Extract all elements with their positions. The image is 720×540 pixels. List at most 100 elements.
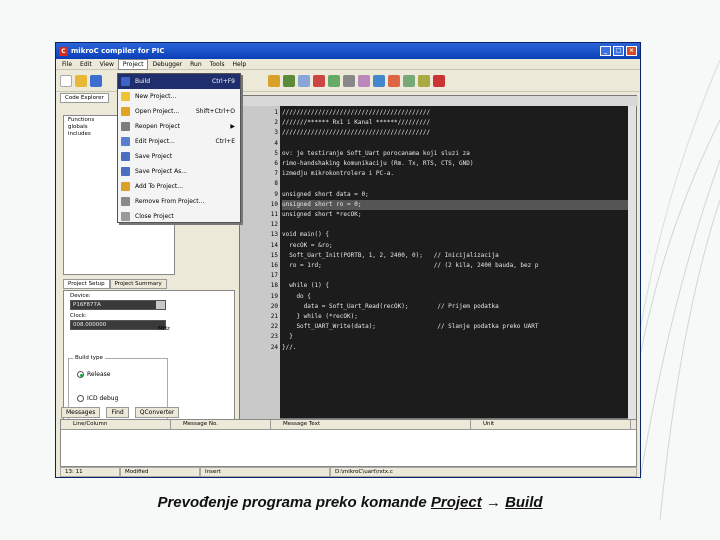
code-line[interactable]: ////////////////////////////////////////…: [282, 128, 632, 138]
tab-project-summary[interactable]: Project Summary: [109, 279, 167, 289]
menu-tools[interactable]: Tools: [206, 59, 229, 70]
clock-unit: MHz: [158, 326, 170, 332]
tool-icon-12[interactable]: [433, 74, 445, 87]
tab-messages[interactable]: Messages: [61, 407, 101, 418]
menu-edit[interactable]: Edit: [76, 59, 96, 70]
tab-code-explorer[interactable]: Code Explorer: [60, 93, 109, 103]
tool-icon-3[interactable]: [298, 74, 310, 87]
code-line[interactable]: unsigned short data = 0;: [282, 190, 632, 200]
tab-qconverter[interactable]: QConverter: [134, 407, 180, 418]
menu-item-label: Reopen Project: [135, 123, 180, 130]
source-code[interactable]: ////////////////////////////////////////…: [282, 108, 632, 418]
code-line[interactable]: ov: je testiranje Soft_Uart porocanama k…: [282, 149, 632, 159]
code-line[interactable]: unsigned short ro = 0;: [282, 199, 632, 211]
menu-item-save-project-as[interactable]: Save Project As...: [118, 164, 240, 179]
menu-item-label: Build: [135, 78, 151, 85]
code-line[interactable]: ro = 1rd; // (2 kila, 2400 bauda, bez p: [282, 261, 632, 271]
code-line[interactable]: [282, 220, 632, 230]
menu-item-label: Remove From Project...: [135, 198, 205, 205]
code-line[interactable]: ///////****** Rx1 i Kanal ******////////…: [282, 118, 632, 128]
menu-run[interactable]: Run: [186, 59, 206, 70]
close-button[interactable]: ×: [626, 46, 637, 56]
radio-empty-icon: [77, 395, 84, 402]
menu-project[interactable]: Project: [117, 58, 149, 70]
save-file-icon[interactable]: [90, 74, 102, 87]
col-unit[interactable]: Unit: [471, 420, 631, 429]
line-number: 20: [270, 302, 278, 310]
code-line[interactable]: [282, 179, 632, 189]
menu-item-reopen-project[interactable]: Reopen Project ▶: [118, 119, 240, 134]
tool-icon-1[interactable]: [268, 74, 280, 87]
caption-text: Prevođenje programa preko komande: [157, 494, 431, 511]
menu-file[interactable]: File: [58, 59, 76, 70]
tool-icon-9[interactable]: [388, 74, 400, 87]
code-line[interactable]: }: [282, 332, 632, 342]
tool-icon-11[interactable]: [418, 74, 430, 87]
menu-debugger[interactable]: Debugger: [148, 59, 186, 70]
code-line[interactable]: } while (*recOK);: [282, 312, 632, 322]
line-number: 2: [274, 119, 278, 127]
menu-item-edit-project[interactable]: Edit Project... Ctrl+E: [118, 134, 240, 149]
col-message-text[interactable]: Message Text: [271, 420, 471, 429]
tab-find[interactable]: Find: [106, 407, 129, 418]
tool-icon-5[interactable]: [328, 74, 340, 87]
tool-icon-8[interactable]: [373, 74, 385, 87]
menu-item-label: Save Project: [135, 153, 173, 160]
vertical-scrollbar[interactable]: [628, 106, 636, 420]
device-select[interactable]: P16F877A: [70, 300, 166, 310]
device-value: P16F877A: [73, 302, 101, 308]
menu-item-build[interactable]: Build Ctrl+F9: [118, 74, 240, 89]
menu-item-new-project[interactable]: New Project...: [118, 89, 240, 104]
open-project-icon: [121, 107, 130, 116]
tool-icon-7[interactable]: [358, 74, 370, 87]
code-line[interactable]: void main() {: [282, 230, 632, 240]
col-message-no[interactable]: Message No.: [171, 420, 271, 429]
line-number: 21: [270, 313, 278, 321]
code-line[interactable]: [282, 139, 632, 149]
chevron-down-icon[interactable]: [156, 301, 165, 309]
menu-item-label: Edit Project...: [135, 138, 175, 145]
maximize-button[interactable]: □: [613, 46, 624, 56]
tab-project-setup[interactable]: Project Setup: [63, 279, 110, 289]
menu-view[interactable]: View: [96, 59, 118, 70]
tool-icon-10[interactable]: [403, 74, 415, 87]
line-number: 24: [270, 343, 278, 351]
code-line[interactable]: Soft_Uart_Init(PORTB, 1, 2, 2400, 0); //…: [282, 251, 632, 261]
menu-help[interactable]: Help: [228, 59, 250, 70]
code-line[interactable]: rimo-handshaking komunikaciju (Rm. Tx, R…: [282, 159, 632, 169]
code-line[interactable]: izmedju mikrokontrolera i PC-a.: [282, 169, 632, 179]
menu-item-close-project[interactable]: Close Project: [118, 209, 240, 224]
menu-item-add-to-project[interactable]: Add To Project...: [118, 179, 240, 194]
tool-icon-6[interactable]: [343, 74, 355, 87]
clock-input[interactable]: 008.000000: [70, 320, 166, 330]
minimize-button[interactable]: _: [600, 46, 611, 56]
save-project-icon: [121, 152, 130, 161]
code-line[interactable]: unsigned short *recOK;: [282, 210, 632, 220]
tool-icon-2[interactable]: [283, 74, 295, 87]
code-editor[interactable]: 1 2 3 4 5 6 7 8 9 10 11 12 13 14 15 16 17 18 19 20 21 22 23 24 …: [239, 95, 638, 420]
release-label: Release: [87, 371, 111, 378]
code-line[interactable]: while (1) {: [282, 281, 632, 291]
icd-debug-radio[interactable]: ICD debug: [77, 395, 118, 402]
tool-icon-4[interactable]: [313, 74, 325, 87]
new-file-icon[interactable]: [60, 74, 72, 87]
menu-item-remove-from-project[interactable]: Remove From Project...: [118, 194, 240, 209]
menu-item-open-project[interactable]: Open Project... Shift+Ctrl+O: [118, 104, 240, 119]
menu-item-label: Add To Project...: [135, 183, 183, 190]
caption-project: Project: [430, 494, 482, 511]
code-line[interactable]: [282, 271, 632, 281]
status-position: 13: 11: [60, 467, 120, 477]
code-line[interactable]: }//.: [282, 343, 632, 353]
code-line[interactable]: data = Soft_Uart_Read(recOK); // Prijem …: [282, 302, 632, 312]
slide-caption: Prevođenje programa preko komande Projec…: [0, 494, 700, 511]
open-file-icon[interactable]: [75, 74, 87, 87]
code-line[interactable]: ////////////////////////////////////////…: [282, 108, 632, 118]
code-line[interactable]: do {: [282, 292, 632, 302]
line-number: 9: [274, 190, 278, 198]
release-radio[interactable]: Release: [77, 371, 110, 378]
code-line[interactable]: Soft_UART_Write(data); // Slanje podatka…: [282, 322, 632, 332]
device-label: Device:: [70, 293, 91, 299]
code-line[interactable]: recOK = &ro;: [282, 241, 632, 251]
col-line-column[interactable]: Line/Column: [61, 420, 171, 429]
menu-item-save-project[interactable]: Save Project: [118, 149, 240, 164]
